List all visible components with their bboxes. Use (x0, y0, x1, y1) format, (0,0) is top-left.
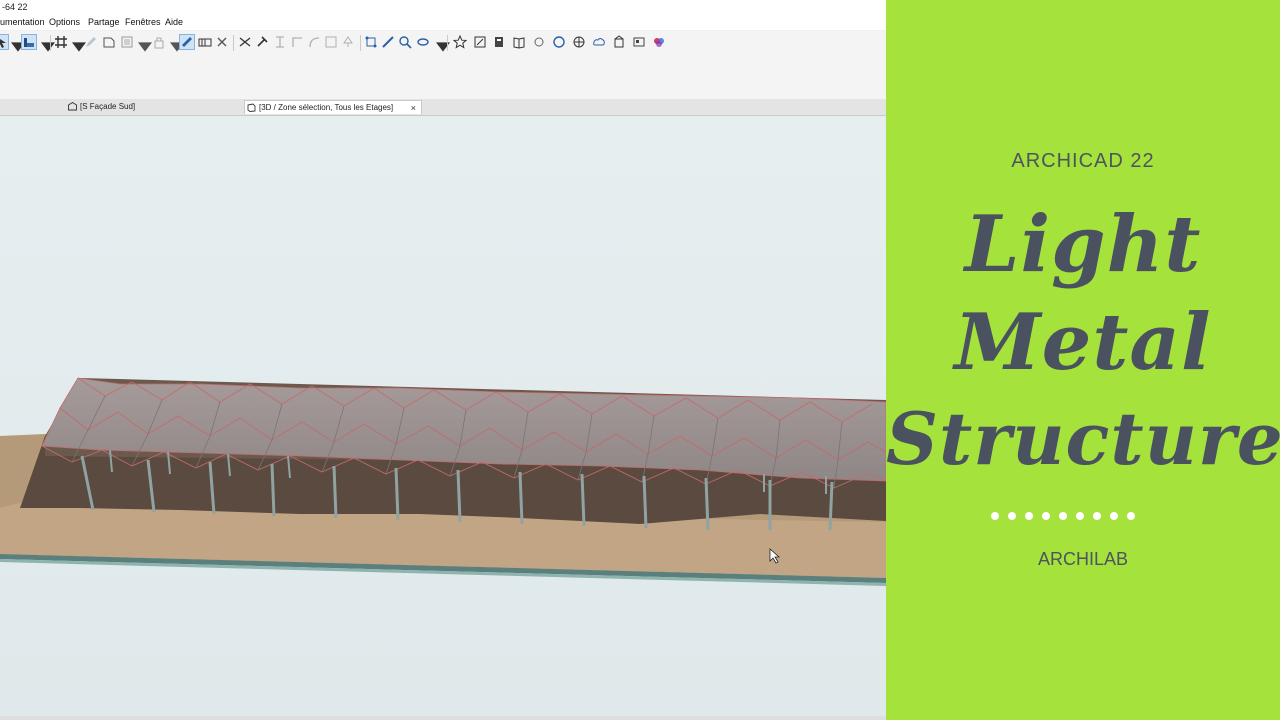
tab-strip: [S Façade Sud] [3D / Zone sélection, Tou… (0, 99, 886, 116)
tree-icon[interactable] (341, 35, 355, 49)
tab-3d-view[interactable]: [3D / Zone sélection, Tous les Etages] × (244, 100, 422, 114)
magic-wand-icon[interactable] (21, 34, 37, 50)
palette-icon[interactable] (632, 35, 646, 49)
cloud-icon[interactable] (592, 35, 606, 49)
toolbar (0, 31, 886, 55)
hammer-icon[interactable] (255, 35, 269, 49)
chevron-down-icon[interactable] (170, 40, 184, 52)
star-icon[interactable] (453, 35, 467, 49)
3d-viewport[interactable] (0, 116, 886, 716)
3d-model-render (0, 116, 886, 716)
dimension-icon[interactable] (198, 35, 212, 49)
tab-facade-sud[interactable]: [S Façade Sud] (66, 100, 241, 114)
archicad-window: -64 22 umentation Options Partage Fenêtr… (0, 0, 886, 720)
title-line-3: Structure (886, 396, 1280, 481)
arrow-icon[interactable] (0, 34, 9, 50)
grid-icon[interactable] (54, 35, 68, 49)
color-wheel-icon[interactable] (652, 35, 666, 49)
title-panel: ARCHICAD 22 Light Metal Structure ARCHIL… (886, 0, 1280, 720)
dot-divider (991, 512, 1141, 524)
menu-partage[interactable]: Partage (88, 17, 120, 27)
tab-label: [3D / Zone sélection, Tous les Etages] (259, 103, 394, 112)
elevation-icon (68, 101, 77, 111)
chevron-down-icon[interactable] (436, 40, 450, 52)
title-bar: -64 22 (0, 0, 886, 15)
chevron-down-icon[interactable] (138, 40, 152, 52)
title-line-1: Light (964, 199, 1202, 290)
author-label: ARCHILAB (1037, 549, 1129, 569)
corner-icon[interactable] (290, 35, 304, 49)
building-icon[interactable] (612, 35, 626, 49)
library-icon[interactable] (492, 35, 506, 49)
section-icon[interactable] (473, 35, 487, 49)
cross-icon[interactable] (215, 35, 229, 49)
trim-icon[interactable] (273, 35, 287, 49)
title-line-2: Metal (954, 297, 1212, 388)
favorite-icon[interactable] (532, 35, 546, 49)
ruler-icon[interactable] (179, 34, 195, 50)
book-icon[interactable] (512, 35, 526, 49)
window-title: -64 22 (2, 2, 28, 12)
chevron-down-icon[interactable] (72, 40, 86, 52)
pick-up-icon[interactable] (120, 35, 134, 49)
3d-view-icon (247, 103, 256, 112)
software-subtitle: ARCHICAD 22 (1011, 150, 1155, 172)
tab-label: [S Façade Sud] (80, 102, 136, 111)
menu-aide[interactable]: Aide (165, 17, 183, 27)
brush-icon[interactable] (381, 35, 395, 49)
orbit-icon[interactable] (416, 35, 430, 49)
pencil-icon[interactable] (84, 35, 98, 49)
select-object-icon[interactable] (364, 35, 378, 49)
menu-bar: umentation Options Partage Fenêtres Aide (0, 15, 886, 30)
chevron-down-icon[interactable] (41, 40, 55, 52)
render-icon[interactable] (552, 35, 566, 49)
globe-icon[interactable] (572, 35, 586, 49)
scissors-icon[interactable] (238, 35, 252, 49)
chevron-down-icon[interactable] (11, 40, 25, 52)
lock-icon[interactable] (152, 35, 166, 49)
menu-fenetres[interactable]: Fenêtres (125, 17, 161, 27)
layers-icon[interactable] (102, 35, 116, 49)
menu-options[interactable]: Options (49, 17, 80, 27)
rotate-icon[interactable] (307, 35, 321, 49)
zoom-icon[interactable] (398, 35, 412, 49)
close-icon[interactable]: × (411, 101, 416, 115)
stretch-icon[interactable] (324, 35, 338, 49)
info-box (0, 54, 886, 99)
menu-documentation[interactable]: umentation (0, 17, 45, 27)
status-bar (0, 716, 886, 720)
